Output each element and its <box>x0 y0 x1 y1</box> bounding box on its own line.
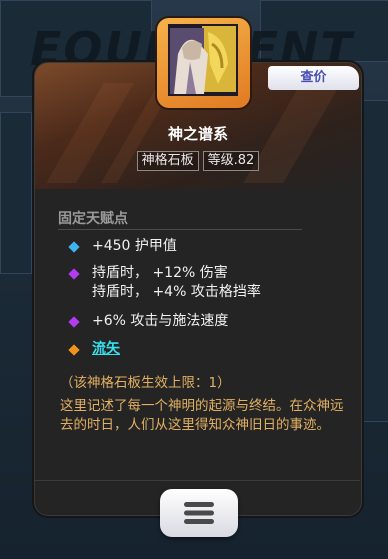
talent-link[interactable]: 流矢 <box>92 341 120 357</box>
check-price-button[interactable]: 查价 <box>268 66 359 90</box>
talent-row: 流矢 <box>92 340 120 359</box>
character-portrait-icon <box>168 24 238 96</box>
divider <box>58 229 302 230</box>
talent-row: 持盾时， +12% 伤害 持盾时， +4% 攻击格挡率 <box>92 265 261 300</box>
item-tags: 神格石板 等级.82 <box>35 151 361 171</box>
background-panel <box>0 112 32 274</box>
effect-limit-text: （该神格石板生效上限：1） <box>60 375 231 391</box>
item-type-tag: 神格石板 <box>136 151 199 171</box>
menu-icon <box>184 502 214 524</box>
background-panel <box>362 100 388 422</box>
talent-row: +450 护甲值 <box>92 238 177 254</box>
lore-text: 这里记述了每一个神明的起源与终结。在众神远去的时日，人们从这里得知众神旧日的事迹… <box>60 398 344 433</box>
talent-row: +6% 攻击与施法速度 <box>92 313 229 329</box>
item-name: 神之谱系 <box>167 125 228 143</box>
item-level-tag: 等级.82 <box>202 151 260 171</box>
item-icon-frame[interactable] <box>157 18 250 108</box>
menu-button[interactable] <box>160 489 238 537</box>
fixed-talents-heading: 固定天赋点 <box>58 211 128 227</box>
divider <box>34 480 360 481</box>
